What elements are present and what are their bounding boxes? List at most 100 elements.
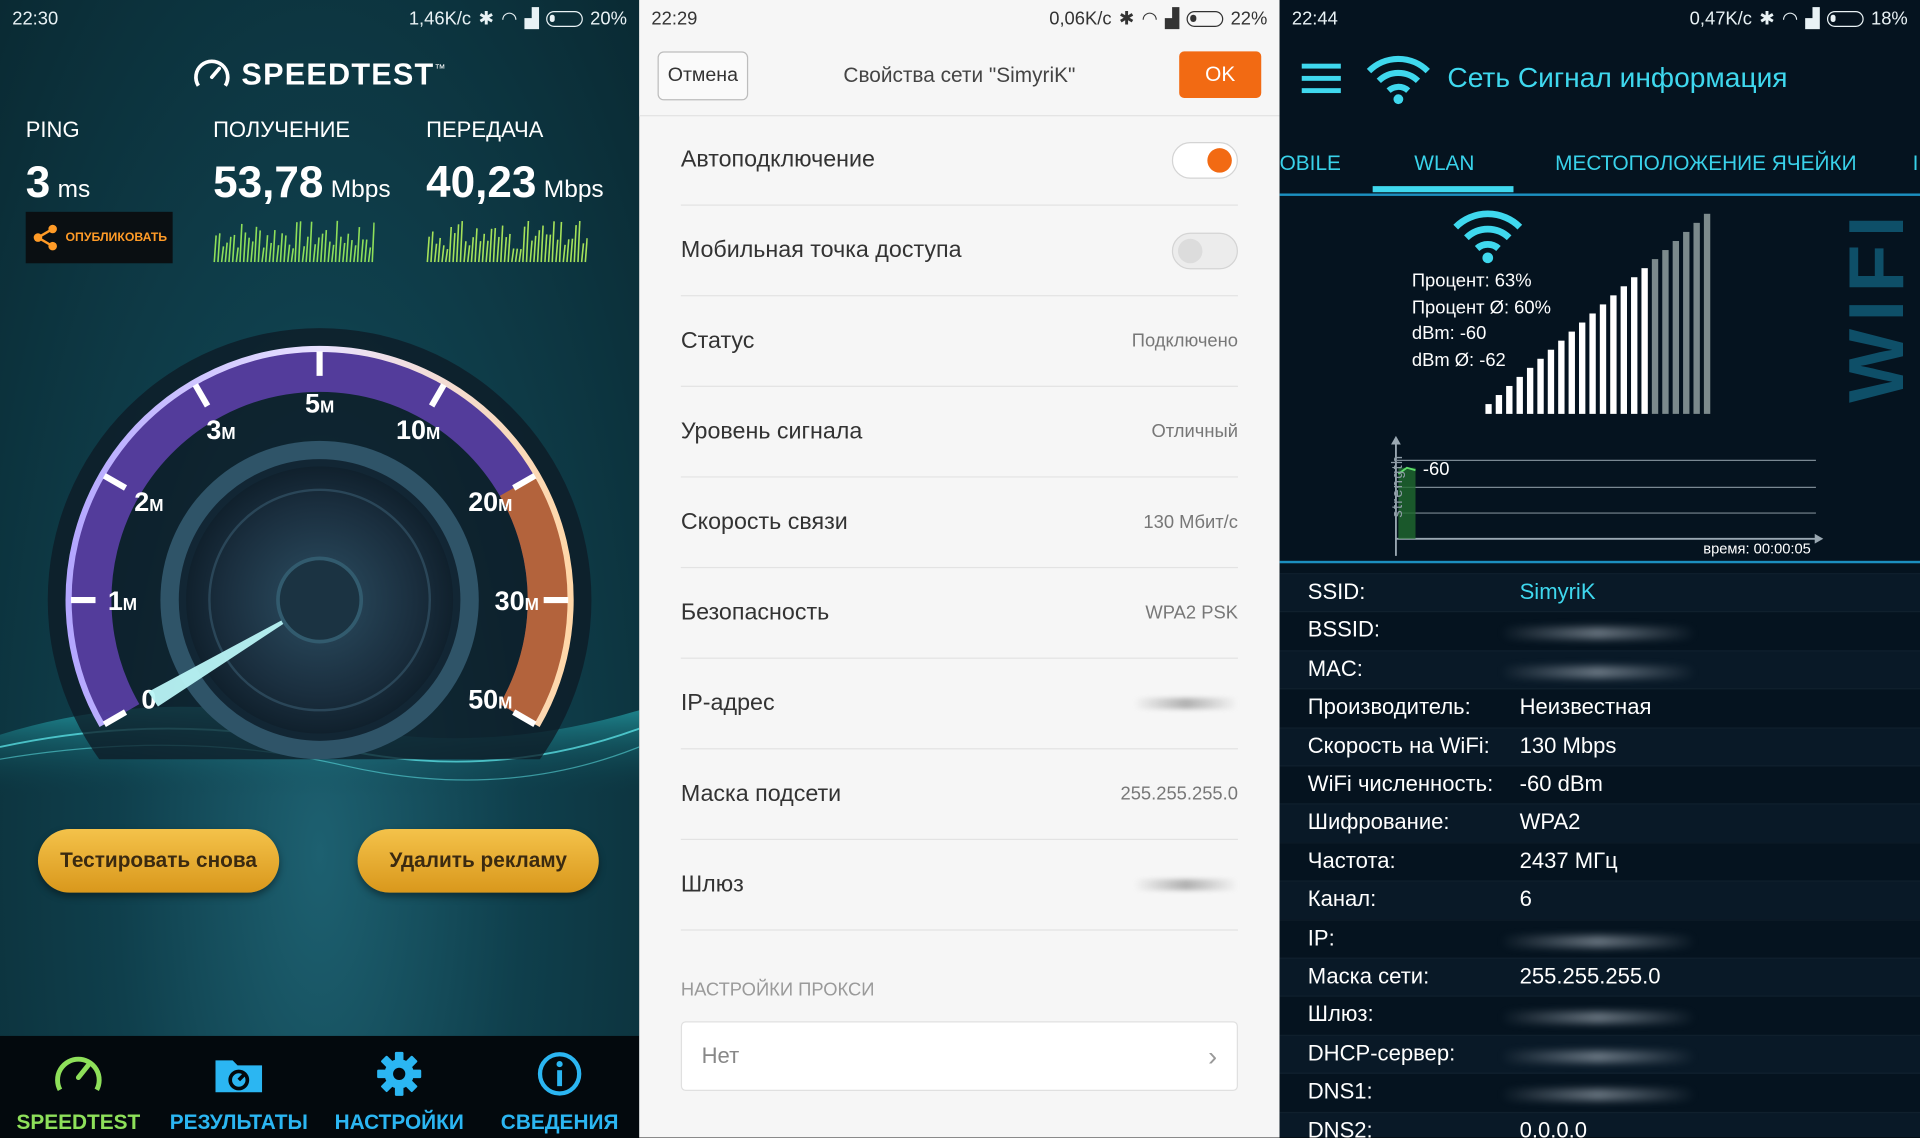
wifi-watermark: WIFI	[1831, 208, 1920, 403]
speedometer-icon	[55, 1056, 102, 1091]
sparkline-bar	[533, 235, 537, 263]
hotspot-toggle[interactable]	[1171, 232, 1238, 269]
sparkline-bar	[507, 233, 511, 263]
sparkline-bar	[555, 239, 559, 263]
sparkline-bar	[228, 236, 232, 263]
signal-bar	[1516, 376, 1523, 414]
sparkline-bar	[580, 243, 585, 263]
sparkline-bar	[224, 242, 228, 263]
signal-info-panel: 22:44 0,47K/с ✱ ◠ ▟ 18% Сеть Сигнал инфо…	[1279, 0, 1920, 1138]
cancel-button[interactable]: Отмена	[657, 51, 749, 101]
status-battery: 22%	[1230, 7, 1268, 29]
signal-bar	[1537, 358, 1544, 414]
status-bar: 22:29 0,06K/с ✱ ◠ ▟ 22%	[639, 0, 1280, 37]
download-label: ПОЛУЧЕНИЕ	[213, 117, 351, 143]
sparkline-bar	[297, 221, 302, 263]
sparkline-bar	[360, 239, 364, 263]
sparkline-bar	[503, 237, 508, 263]
info-key: Канал:	[1307, 886, 1377, 912]
info-row: Шлюз:	[1280, 996, 1920, 1035]
blurred-value	[1500, 935, 1696, 948]
sparkline-bar	[500, 225, 504, 263]
hamburger-menu-icon[interactable]	[1301, 61, 1344, 95]
info-value: WPA2	[1519, 809, 1581, 835]
bluetooth-icon: ✱	[1118, 8, 1135, 30]
blurred-value	[1500, 665, 1696, 679]
tab-next[interactable]: I	[1913, 152, 1919, 176]
ok-button[interactable]: OK	[1179, 51, 1262, 98]
info-row: MAC:	[1279, 649, 1920, 690]
tab-wlan[interactable]: WLAN	[1414, 152, 1474, 176]
tab-cell-location[interactable]: МЕСТОПОЛОЖЕНИЕ ЯЧЕЙКИ	[1555, 152, 1856, 176]
info-key: MAC:	[1307, 656, 1363, 681]
info-row: WiFi численность: -60 dBm	[1280, 765, 1920, 804]
info-key: Шлюз:	[1307, 1002, 1374, 1027]
bluetooth-icon: ✱	[478, 8, 494, 30]
sparkline-bar	[371, 222, 375, 263]
row-autoconnect: Автоподключение	[680, 115, 1238, 206]
upload-label: ПЕРЕДАЧА	[426, 117, 544, 143]
share-icon	[33, 224, 57, 251]
nav-speedtest[interactable]: SPEEDTEST	[0, 1036, 157, 1138]
divider	[1279, 560, 1920, 564]
cell-signal-icon: ▟	[524, 8, 539, 30]
sparkline-bar	[496, 236, 500, 263]
row-subnet-mask: Маска подсети 255.255.255.0	[680, 749, 1238, 841]
nav-info[interactable]: СВЕДЕНИЯ	[480, 1036, 639, 1138]
nav-results[interactable]: РЕЗУЛЬТАТЫ	[159, 1036, 318, 1138]
signal-bar	[1495, 395, 1503, 414]
sparkline-bar	[220, 246, 225, 263]
retest-button[interactable]: Тестировать снова	[37, 828, 280, 893]
sparkline-bar	[261, 247, 265, 263]
info-key: Частота:	[1307, 848, 1396, 873]
sparkline-bar	[466, 245, 471, 263]
sparkline-bar	[275, 245, 280, 263]
info-value: 0.0.0.0	[1519, 1117, 1588, 1138]
remove-ads-button[interactable]: Удалить рекламу	[357, 828, 599, 893]
nav-settings[interactable]: НАСТРОЙКИ	[321, 1036, 478, 1138]
speedometer-logo-icon	[194, 60, 230, 88]
signal-bar	[1578, 322, 1586, 414]
sparkline-bar	[584, 238, 588, 263]
autoconnect-toggle[interactable]	[1171, 141, 1238, 179]
wifi-icon: ◠	[1141, 8, 1158, 30]
row-gateway: Шлюз	[680, 840, 1238, 931]
sparkline-bar	[441, 245, 445, 263]
tab-indicator	[1372, 186, 1514, 193]
wifi-icon: ◠	[1782, 8, 1799, 30]
signal-bar	[1631, 277, 1638, 414]
sparkline-bar	[573, 225, 577, 263]
sparkline-bar	[257, 230, 262, 263]
info-value: 2437 МГц	[1519, 848, 1618, 873]
sparkline-bar	[489, 228, 493, 263]
info-row: BSSID:	[1280, 612, 1920, 651]
info-key: SSID:	[1307, 579, 1366, 604]
info-value: -60 dBm	[1519, 771, 1603, 796]
signal-bar	[1641, 268, 1648, 414]
row-link-speed: Скорость связи 130 Мбит/с	[680, 478, 1238, 569]
status-time: 22:29	[651, 7, 698, 29]
sparkline-bar	[367, 247, 372, 263]
info-row: Скорость на WiFi: 130 Mbps	[1279, 726, 1920, 767]
sparkline-bar	[452, 232, 456, 263]
sparkline-bar	[364, 239, 368, 263]
sparkline-bar	[290, 248, 295, 263]
share-button[interactable]: ОПУБЛИКОВАТЬ	[25, 211, 173, 264]
sparkline-bar	[430, 231, 434, 263]
signal-bar	[1651, 259, 1659, 414]
status-speed: 1,46K/с	[408, 7, 472, 29]
cell-signal-icon: ▟	[1165, 8, 1180, 30]
sparkline-bar	[323, 230, 328, 263]
sparkline-bar	[342, 242, 346, 263]
row-status: Статус Подключено	[680, 296, 1238, 387]
sparkline-bar	[544, 234, 548, 263]
sparkline-bar	[283, 235, 287, 263]
sparkline-bar	[272, 230, 276, 263]
proxy-select[interactable]: Нет ›	[680, 1021, 1238, 1092]
dialog-title: Свойства сети "SimyriK"	[843, 63, 1076, 87]
battery-icon	[546, 10, 583, 27]
tab-mobile[interactable]: OBILE	[1280, 152, 1341, 176]
sparkline-bar	[577, 220, 581, 263]
info-row: Производитель: Неизвестная	[1280, 688, 1920, 727]
info-key: Скорость на WiFi:	[1307, 732, 1490, 758]
